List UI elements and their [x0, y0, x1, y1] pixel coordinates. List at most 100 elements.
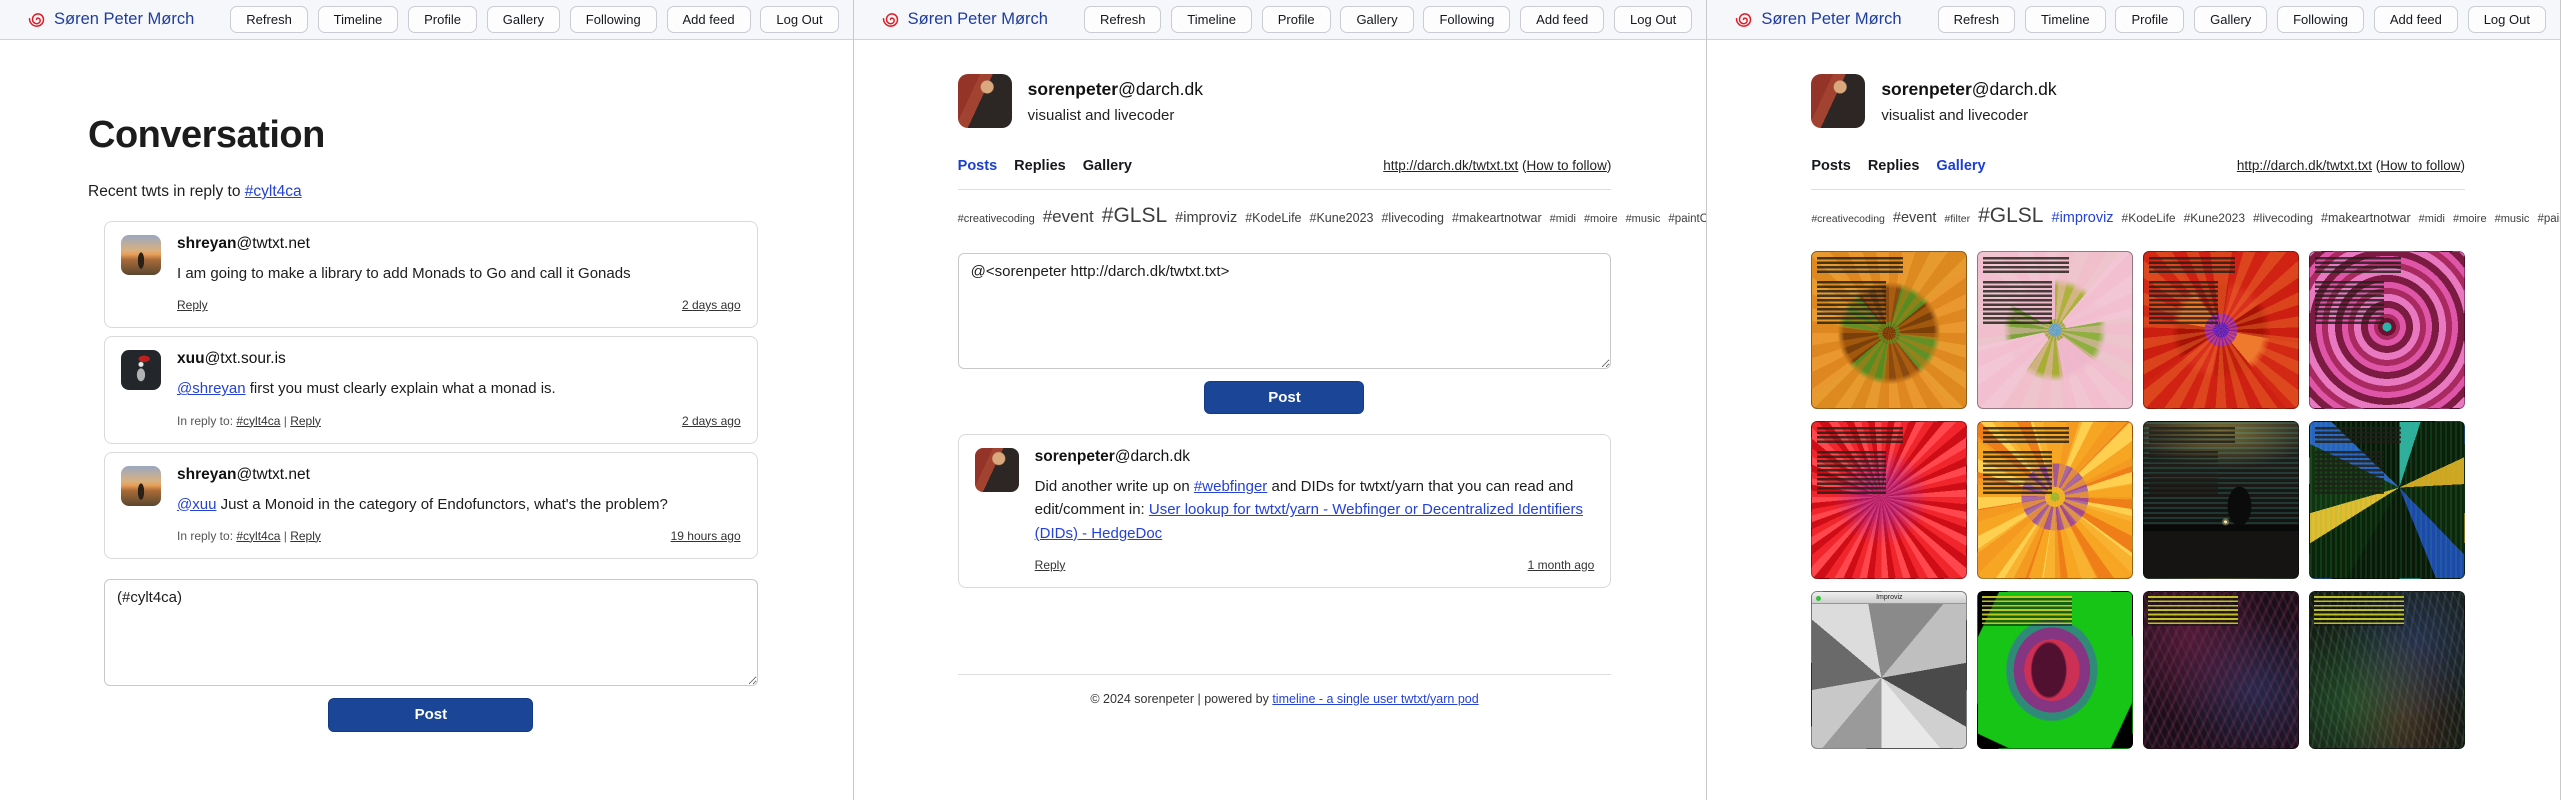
- hashtag-link[interactable]: #makeartnotwar: [1452, 211, 1542, 225]
- nav-button[interactable]: Profile: [1262, 6, 1331, 33]
- conversation-hash-link[interactable]: #cylt4ca: [245, 183, 302, 200]
- gallery-image[interactable]: [2309, 421, 2465, 579]
- nav-button[interactable]: Timeline: [1171, 6, 1252, 33]
- hashtag-link[interactable]: #creativecoding: [958, 213, 1035, 225]
- how-to-follow-link[interactable]: How to follow: [1527, 158, 1607, 173]
- post-button[interactable]: Post: [1204, 381, 1364, 414]
- hashtag-link[interactable]: #midi: [2419, 213, 2445, 225]
- hashtag-link[interactable]: #livecoding: [1381, 211, 1444, 225]
- nav-button[interactable]: Log Out: [1614, 6, 1692, 33]
- twt-nick[interactable]: xuu: [177, 350, 205, 367]
- nav-button[interactable]: Following: [1423, 6, 1510, 33]
- hashtag-link[interactable]: #improviz: [1175, 210, 1237, 226]
- hashtag-link[interactable]: #makeartnotwar: [2321, 211, 2411, 225]
- in-reply-hash-link[interactable]: #cylt4ca: [236, 529, 280, 543]
- nav-button[interactable]: Gallery: [487, 6, 560, 33]
- gallery-image[interactable]: [2309, 591, 2465, 749]
- powered-by-link[interactable]: timeline - a single user twtxt/yarn pod: [1272, 692, 1478, 706]
- feed-url-link[interactable]: http://darch.dk/twtxt.txt: [1383, 158, 1518, 173]
- gallery-image[interactable]: [1977, 591, 2133, 749]
- twt-nick[interactable]: sorenpeter: [1035, 448, 1115, 465]
- spiral-logo-icon: [1733, 9, 1754, 30]
- nav-button[interactable]: Log Out: [2468, 6, 2546, 33]
- hashtag-link[interactable]: #GLSL: [1102, 204, 1167, 227]
- hashtag-link[interactable]: #midi: [1550, 213, 1576, 225]
- hashtag-link[interactable]: #music: [1626, 213, 1661, 225]
- tab-posts[interactable]: Posts: [958, 158, 998, 174]
- timestamp-link[interactable]: 2 days ago: [682, 414, 741, 428]
- gallery-image[interactable]: [1811, 251, 1967, 409]
- mention-link[interactable]: @shreyan: [177, 380, 246, 397]
- timestamp-link[interactable]: 1 month ago: [1528, 558, 1595, 572]
- twt-nick[interactable]: shreyan: [177, 235, 236, 252]
- tab-replies[interactable]: Replies: [1014, 158, 1066, 174]
- nav-button[interactable]: Add feed: [667, 6, 751, 33]
- brand[interactable]: Søren Peter Mørch: [880, 9, 1048, 30]
- twt-nick[interactable]: shreyan: [177, 466, 236, 483]
- nav-button[interactable]: Profile: [2115, 6, 2184, 33]
- timestamp-link[interactable]: 2 days ago: [682, 298, 741, 312]
- timestamp-link[interactable]: 19 hours ago: [671, 529, 741, 543]
- hashtag-link[interactable]: #music: [2495, 213, 2530, 225]
- hashtag-link[interactable]: #paintOver: [1668, 213, 1707, 225]
- twt-card: shreyan@twtxt.net I am going to make a l…: [104, 221, 758, 328]
- hashtag-link[interactable]: #moire: [1584, 213, 1618, 225]
- hashtag-link[interactable]: #creativecoding: [1811, 213, 1885, 225]
- feed-url-link[interactable]: http://darch.dk/twtxt.txt: [2237, 158, 2372, 173]
- brand-name: Søren Peter Mørch: [908, 10, 1048, 29]
- post-button[interactable]: Post: [328, 698, 533, 732]
- post-composer-textarea[interactable]: @<sorenpeter http://darch.dk/twtxt.txt>: [958, 253, 1612, 369]
- reply-link[interactable]: Reply: [1035, 558, 1066, 572]
- tab-gallery[interactable]: Gallery: [1936, 158, 1985, 174]
- hashtag-link[interactable]: #moire: [2453, 213, 2487, 225]
- in-reply-hash-link[interactable]: #cylt4ca: [236, 414, 280, 428]
- twt-domain: @darch.dk: [1115, 448, 1190, 465]
- gallery-image[interactable]: [1811, 421, 1967, 579]
- gallery-image[interactable]: [1977, 251, 2133, 409]
- brand[interactable]: Søren Peter Mørch: [26, 9, 194, 30]
- hashtag-link[interactable]: #GLSL: [1978, 204, 2043, 227]
- nav-button[interactable]: Refresh: [1938, 6, 2016, 33]
- nav-button[interactable]: Add feed: [2374, 6, 2458, 33]
- hashtag-link[interactable]: #livecoding: [2253, 211, 2313, 225]
- nav-button[interactable]: Refresh: [1084, 6, 1162, 33]
- nav-button[interactable]: Profile: [408, 6, 477, 33]
- hashtag-link[interactable]: #event: [1893, 210, 1937, 226]
- gallery-image[interactable]: [2143, 251, 2299, 409]
- nav-button[interactable]: Following: [2277, 6, 2364, 33]
- nav-button[interactable]: Gallery: [2194, 6, 2267, 33]
- how-to-follow-link[interactable]: How to follow: [2380, 158, 2460, 173]
- nav-button[interactable]: Add feed: [1520, 6, 1604, 33]
- conversation-panel: Søren Peter Mørch Refresh Timeline Profile…: [0, 0, 854, 800]
- tab-gallery[interactable]: Gallery: [1083, 158, 1132, 174]
- reply-link[interactable]: Reply: [177, 298, 208, 312]
- nav-button[interactable]: Refresh: [230, 6, 308, 33]
- nav-button[interactable]: Gallery: [1340, 6, 1413, 33]
- nav-button[interactable]: Following: [570, 6, 657, 33]
- tab-posts[interactable]: Posts: [1811, 158, 1851, 174]
- hashtag-link[interactable]: #paintOver: [2537, 213, 2561, 225]
- avatar: [975, 448, 1019, 492]
- reply-link[interactable]: Reply: [290, 414, 321, 428]
- tab-replies[interactable]: Replies: [1868, 158, 1920, 174]
- hashtag-link[interactable]: #improviz: [2052, 210, 2114, 226]
- hashtag-link[interactable]: #Kune2023: [2184, 211, 2245, 225]
- hashtag-link[interactable]: #filter: [1944, 213, 1970, 225]
- mention-link[interactable]: @xuu: [177, 496, 216, 513]
- reply-link[interactable]: Reply: [290, 529, 321, 543]
- gallery-image[interactable]: [1977, 421, 2133, 579]
- nav-button[interactable]: Timeline: [318, 6, 399, 33]
- nav-button[interactable]: Timeline: [2025, 6, 2106, 33]
- hashtag-link[interactable]: #KodeLife: [2122, 211, 2176, 225]
- gallery-image[interactable]: Improviz: [1811, 591, 1967, 749]
- hashtag-link[interactable]: #KodeLife: [1245, 211, 1301, 225]
- hashtag-link[interactable]: #event: [1043, 207, 1094, 226]
- gallery-image[interactable]: [2309, 251, 2465, 409]
- hashtag-link[interactable]: #webfinger: [1194, 478, 1267, 495]
- brand[interactable]: Søren Peter Mørch: [1733, 9, 1901, 30]
- gallery-image[interactable]: [2143, 421, 2299, 579]
- nav-button[interactable]: Log Out: [760, 6, 838, 33]
- gallery-image[interactable]: [2143, 591, 2299, 749]
- reply-composer-textarea[interactable]: (#cylt4ca): [104, 579, 758, 686]
- hashtag-link[interactable]: #Kune2023: [1310, 211, 1374, 225]
